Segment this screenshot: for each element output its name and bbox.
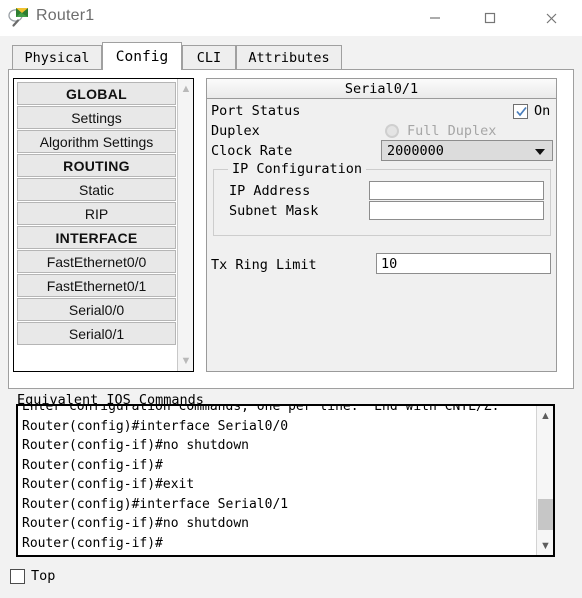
- sidebar-item-static[interactable]: Static: [17, 178, 176, 201]
- sidebar-item-settings[interactable]: Settings: [17, 106, 176, 129]
- sidebar-item-interface: INTERFACE: [17, 226, 176, 249]
- sidebar-item-global: GLOBAL: [17, 82, 176, 105]
- tab-physical[interactable]: Physical: [12, 45, 102, 70]
- sidebar-item-fastethernet0-1[interactable]: FastEthernet0/1: [17, 274, 176, 297]
- ip-address-input[interactable]: [369, 181, 544, 200]
- equivalent-ios-commands-heading: Equivalent IOS Commands: [17, 392, 204, 408]
- clock-rate-value: 2000000: [387, 142, 444, 159]
- tab-strip: Physical Config CLI Attributes: [0, 36, 582, 70]
- sidebar-item-algorithm-settings[interactable]: Algorithm Settings: [17, 130, 176, 153]
- chevron-up-icon[interactable]: ▲: [178, 81, 194, 97]
- clock-rate-dropdown[interactable]: 2000000: [381, 140, 553, 161]
- console-scrollbar-thumb[interactable]: [538, 499, 553, 530]
- sidebar-item-rip[interactable]: RIP: [17, 202, 176, 225]
- check-icon: [515, 105, 528, 121]
- ios-commands-console[interactable]: Enter configuration commands, one per li…: [16, 404, 555, 557]
- ios-commands-text: Enter configuration commands, one per li…: [22, 404, 500, 551]
- router-device-icon: [7, 5, 31, 29]
- full-duplex-radio: [385, 124, 399, 138]
- window-title: Router1: [36, 7, 95, 24]
- full-duplex-label: Full Duplex: [407, 123, 497, 139]
- close-icon[interactable]: [528, 0, 574, 36]
- interface-config-panel: Serial0/1 Port Status On Duplex Full Dup…: [206, 78, 557, 372]
- subnet-mask-input[interactable]: [369, 201, 544, 220]
- sidebar-item-list: GLOBAL Settings Algorithm Settings ROUTI…: [17, 82, 176, 346]
- config-sidebar: GLOBAL Settings Algorithm Settings ROUTI…: [13, 78, 194, 372]
- minimize-icon[interactable]: [412, 0, 458, 36]
- sidebar-scrollbar[interactable]: ▲ ▼: [177, 79, 193, 371]
- ip-address-label: IP Address: [229, 183, 311, 199]
- sidebar-item-fastethernet0-0[interactable]: FastEthernet0/0: [17, 250, 176, 273]
- title-bar: Router1: [0, 0, 582, 36]
- top-checkbox-label: Top: [31, 568, 56, 584]
- tab-cli[interactable]: CLI: [182, 45, 236, 70]
- maximize-icon[interactable]: [467, 0, 513, 36]
- port-status-label: Port Status: [211, 103, 301, 119]
- subnet-mask-label: Subnet Mask: [229, 203, 319, 219]
- duplex-label: Duplex: [211, 123, 260, 139]
- tab-config[interactable]: Config: [102, 42, 182, 70]
- console-scrollbar[interactable]: ▲ ▼: [536, 406, 553, 555]
- chevron-down-icon: [535, 149, 545, 155]
- chevron-down-icon[interactable]: ▼: [537, 537, 553, 554]
- port-status-checkbox[interactable]: [513, 104, 528, 119]
- port-status-state-label: On: [534, 103, 551, 119]
- clock-rate-label: Clock Rate: [211, 143, 293, 159]
- sidebar-item-routing: ROUTING: [17, 154, 176, 177]
- chevron-up-icon[interactable]: ▲: [537, 407, 553, 424]
- tab-attributes[interactable]: Attributes: [236, 45, 342, 70]
- chevron-down-icon[interactable]: ▼: [178, 353, 194, 369]
- sidebar-item-serial0-1[interactable]: Serial0/1: [17, 322, 176, 345]
- tx-ring-limit-label: Tx Ring Limit: [211, 257, 317, 273]
- tx-ring-limit-input[interactable]: 10: [376, 253, 551, 274]
- sidebar-item-serial0-0[interactable]: Serial0/0: [17, 298, 176, 321]
- ip-configuration-legend: IP Configuration: [228, 161, 367, 177]
- top-checkbox[interactable]: [10, 569, 25, 584]
- interface-title: Serial0/1: [207, 79, 556, 99]
